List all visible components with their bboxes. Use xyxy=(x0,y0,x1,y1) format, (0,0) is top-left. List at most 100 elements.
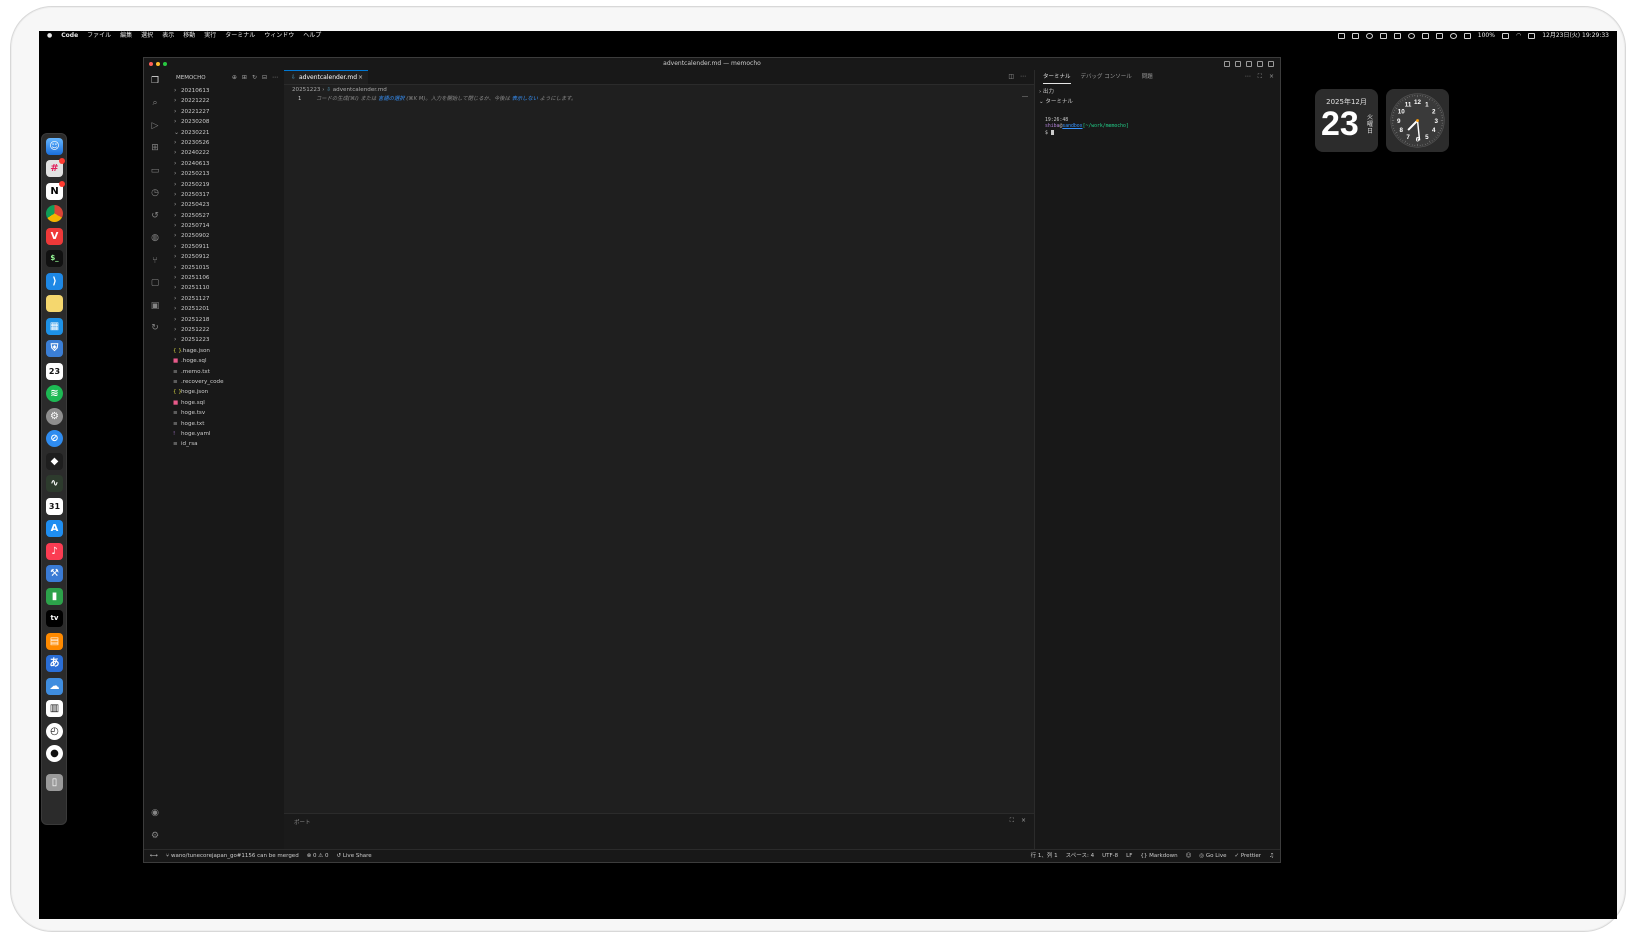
tree-folder[interactable]: ⌄ 20230221 xyxy=(166,128,284,138)
tree-folder[interactable]: › 20251201 xyxy=(166,304,284,314)
remote-explorer-icon[interactable]: ▭ xyxy=(150,166,160,176)
tree-folder[interactable]: › 20250714 xyxy=(166,221,284,231)
collapse-all-icon[interactable]: ⊟ xyxy=(262,70,267,86)
menu-view[interactable]: 表示 xyxy=(162,31,174,41)
tab-terminal[interactable]: ターミナル xyxy=(1043,70,1071,84)
github-icon[interactable]: ● xyxy=(46,745,63,762)
tree-folder[interactable]: › 20251106 xyxy=(166,273,284,283)
timeline-icon[interactable]: ◷ xyxy=(150,188,160,198)
maximize-panel-icon[interactable]: ⛶ xyxy=(1010,817,1014,825)
notes-icon[interactable] xyxy=(46,295,63,312)
ime-icon[interactable]: あ xyxy=(46,655,63,672)
vivaldi-icon[interactable]: V xyxy=(46,228,63,245)
activity-monitor-icon[interactable]: ∿ xyxy=(46,475,63,492)
editor-more-icon[interactable]: ⋯ xyxy=(1020,70,1026,84)
refresh-icon[interactable]: ↻ xyxy=(252,70,257,86)
breadcrumb-folder[interactable]: 20251223 xyxy=(292,87,320,93)
run-debug-icon[interactable]: ▷ xyxy=(150,121,160,131)
source-control-icon[interactable]: ⑂ xyxy=(150,256,160,266)
control-center-icon[interactable] xyxy=(1528,33,1536,39)
piano-icon[interactable]: ▥ xyxy=(46,700,63,717)
tree-file[interactable]: ! hoge.yaml xyxy=(166,429,284,439)
chat-icon[interactable]: ▢ xyxy=(150,278,160,288)
tree-folder[interactable]: › 20251110 xyxy=(166,283,284,293)
input-source-icon[interactable] xyxy=(1463,33,1471,39)
remote-indicator-icon[interactable]: ⟷ xyxy=(150,850,158,862)
bluetooth-status-icon[interactable] xyxy=(1379,33,1387,39)
tree-folder[interactable]: › 20221222 xyxy=(166,96,284,106)
account-icon[interactable]: ◉ xyxy=(150,808,160,818)
tree-folder[interactable]: › 20250527 xyxy=(166,211,284,221)
focus-moon-icon[interactable] xyxy=(1449,33,1457,39)
prettier-status[interactable]: ✓ Prettier xyxy=(1234,850,1261,862)
encoding[interactable]: UTF-8 xyxy=(1102,850,1118,862)
xcode-icon[interactable]: ⚒ xyxy=(46,565,63,582)
live-share-status[interactable]: ↺ Live Share xyxy=(336,850,371,862)
containers-icon[interactable]: ▣ xyxy=(150,301,160,311)
code-line-1[interactable]: 1 コードの生成(⌘I) または 言語の選択 (⌘K M)。入力を開始して閉じる… xyxy=(284,95,1034,103)
tree-file[interactable]: ≡ hoge.txt xyxy=(166,419,284,429)
music-icon[interactable]: ♪ xyxy=(46,543,63,560)
end-of-line[interactable]: LF xyxy=(1126,850,1132,862)
apple-icon[interactable]: ● xyxy=(47,31,52,41)
close-tab-icon[interactable]: × xyxy=(358,71,363,84)
tab-problems[interactable]: 問題 xyxy=(1142,70,1153,84)
app-store-icon[interactable]: A xyxy=(46,520,63,537)
menu-selection[interactable]: 選択 xyxy=(141,31,153,41)
onedrive-icon[interactable]: ☁ xyxy=(46,678,63,695)
tree-folder[interactable]: › 20251222 xyxy=(166,325,284,335)
tree-file[interactable]: ≡ id_rsa xyxy=(166,439,284,449)
pull-request-status[interactable]: ⑂ wano/tunecorejapan_go#1156 can be merg… xyxy=(166,850,299,862)
settings-gear-icon[interactable]: ⚙ xyxy=(150,831,160,841)
calendar-status-icon[interactable] xyxy=(1337,33,1345,39)
wifi-icon[interactable]: ◠ xyxy=(1516,31,1521,41)
screenshot-status-icon[interactable] xyxy=(1351,33,1359,39)
breadcrumb-file[interactable]: adventcalender.md xyxy=(333,87,387,93)
search-icon[interactable]: ⌕ xyxy=(150,98,160,108)
terminal-output[interactable]: 19:26:48 shiba@sandbox[~/work/memocho] $ xyxy=(1045,118,1129,137)
bitwarden-icon[interactable]: ⛨ xyxy=(46,340,63,357)
tree-folder[interactable]: › 20250423 xyxy=(166,200,284,210)
dont-show-link[interactable]: 表示しない xyxy=(512,96,539,102)
menu-go[interactable]: 移動 xyxy=(183,31,195,41)
problems-count[interactable]: ⊗ 0 ⚠ 0 xyxy=(307,850,329,862)
menu-edit[interactable]: 編集 xyxy=(120,31,132,41)
tree-folder[interactable]: › 20251127 xyxy=(166,294,284,304)
tree-file[interactable]: ≡ .memo.txt xyxy=(166,367,284,377)
terminal-section[interactable]: ⌄ ターミナル xyxy=(1039,97,1073,105)
output-section[interactable]: › 出力 xyxy=(1039,87,1054,95)
numbers-icon[interactable]: ▮ xyxy=(46,588,63,605)
copilot-icon[interactable] xyxy=(1224,61,1230,67)
slack-icon[interactable]: # xyxy=(46,158,65,177)
menu-run[interactable]: 実行 xyxy=(204,31,216,41)
google-calendar-icon[interactable]: 31 xyxy=(46,498,63,515)
system-settings-icon[interactable]: ⚙ xyxy=(46,408,63,425)
cloud-status-icon[interactable] xyxy=(1407,33,1415,39)
notion-icon[interactable]: N xyxy=(46,181,65,200)
extensions-icon[interactable]: ⊞ xyxy=(150,143,160,153)
menu-app-name[interactable]: Code xyxy=(61,31,78,41)
menu-file[interactable]: ファイル xyxy=(87,31,111,41)
close-panel-icon[interactable]: × xyxy=(1021,817,1026,825)
explorer-icon[interactable]: ❐ xyxy=(150,76,160,86)
clipboard-status-icon[interactable] xyxy=(1393,33,1401,39)
tree-folder[interactable]: › 20250317 xyxy=(166,190,284,200)
ports-panel-title[interactable]: ポート xyxy=(294,818,311,826)
github-activity-icon[interactable]: ◍ xyxy=(150,233,160,243)
apple-tv-icon[interactable]: tv xyxy=(46,610,63,627)
aux-maximize-icon[interactable]: ⛶ xyxy=(1258,70,1262,84)
books-icon[interactable]: ▤ xyxy=(46,633,63,650)
tree-folder[interactable]: › 20251223 xyxy=(166,335,284,345)
battery-percent[interactable]: 100% xyxy=(1478,31,1495,41)
tree-folder[interactable]: › 20240222 xyxy=(166,148,284,158)
vpn-status-icon[interactable] xyxy=(1365,33,1373,39)
tree-folder[interactable]: › 20240613 xyxy=(166,159,284,169)
open-preview-icon[interactable]: ◫ xyxy=(1008,70,1014,84)
minimap[interactable] xyxy=(1022,96,1028,97)
select-language-link[interactable]: 言語の選択 xyxy=(378,96,405,102)
aux-close-icon[interactable]: × xyxy=(1269,70,1274,84)
tree-file[interactable]: { } hoge.json xyxy=(166,387,284,397)
clock-widget[interactable]: 12 1 2 3 4 5 6 7 8 9 10 11 xyxy=(1386,89,1449,152)
tree-file[interactable]: ≡ .recovery_code xyxy=(166,377,284,387)
finder-icon[interactable]: ☺ xyxy=(46,138,63,155)
